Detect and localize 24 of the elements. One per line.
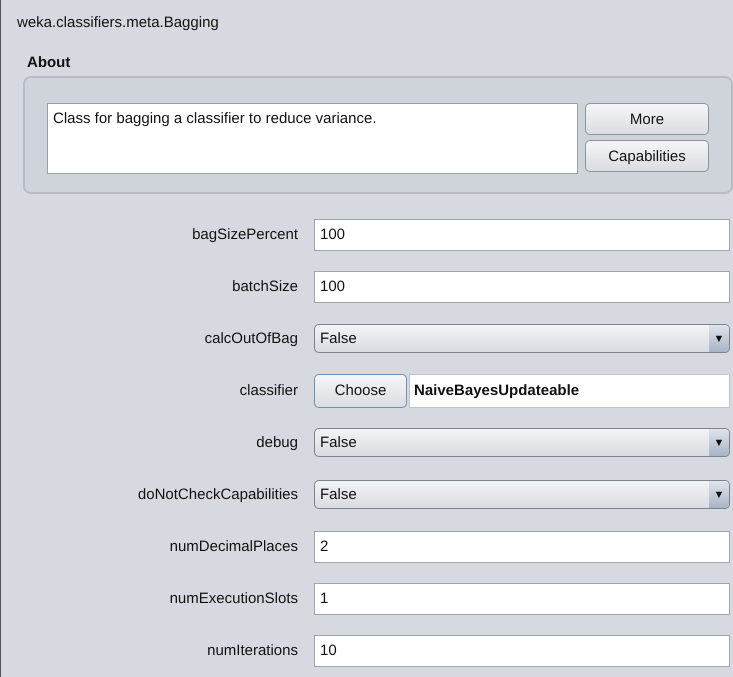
input-field[interactable]: 10	[314, 634, 730, 666]
input-field[interactable]: 2	[314, 530, 730, 562]
property-label: calcOutOfBag	[204, 330, 299, 347]
input-field[interactable]: 100	[314, 270, 730, 302]
dropdown[interactable]: False ▼	[314, 480, 730, 509]
input-field[interactable]: 1	[314, 582, 730, 614]
property-label: doNotCheckCapabilities	[136, 486, 299, 503]
property-label: batchSize	[231, 278, 299, 295]
choose-button[interactable]: Choose	[314, 374, 407, 408]
description-text: Class for bagging a classifier to reduce variance.	[47, 103, 578, 174]
about-button[interactable]: Capabilities	[585, 140, 709, 172]
section-heading: About	[26, 53, 72, 72]
property-label: numIterations	[206, 642, 299, 659]
property-label: numExecutionSlots	[168, 590, 299, 607]
classifier-field[interactable]: NaiveBayesUpdateable	[409, 374, 730, 408]
property-label: classifier	[238, 382, 299, 399]
input-field[interactable]: 100	[314, 218, 730, 250]
property-label: numDecimalPlaces	[168, 538, 299, 555]
property-label: debug	[255, 434, 299, 451]
window-title: weka.classifiers.meta.Bagging	[16, 13, 220, 33]
dropdown[interactable]: False ▼	[314, 428, 730, 457]
about-button[interactable]: More	[585, 103, 709, 135]
dropdown[interactable]: False ▼	[314, 324, 730, 353]
property-label: bagSizePercent	[191, 226, 299, 243]
